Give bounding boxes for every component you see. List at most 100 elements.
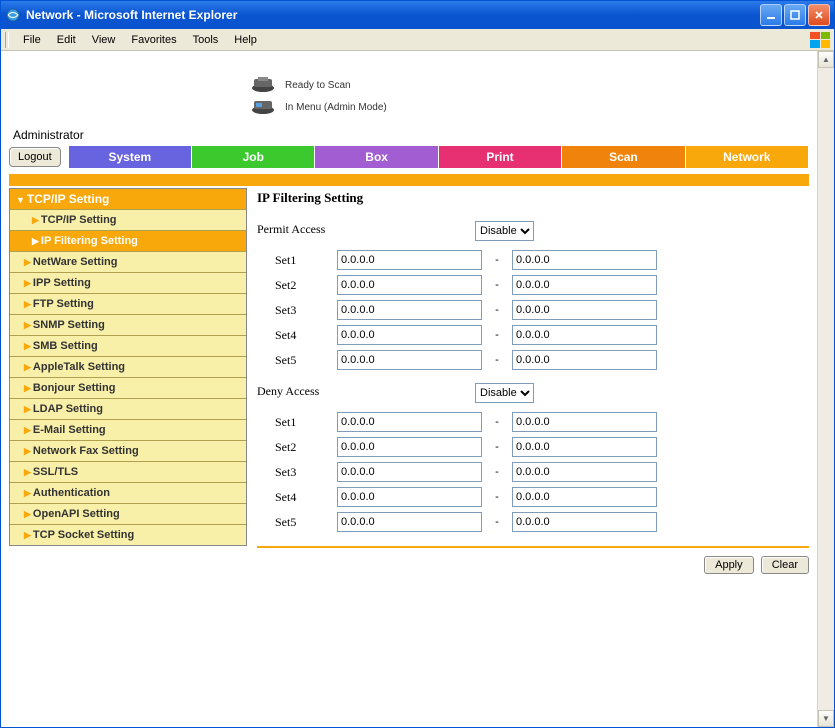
permit-set4-to[interactable] bbox=[512, 325, 657, 345]
page-content: Ready to Scan In Menu (Admin Mode) Admin… bbox=[1, 51, 834, 582]
maximize-button[interactable] bbox=[784, 4, 806, 26]
dash: - bbox=[482, 304, 512, 316]
sidebar-item-ssltls[interactable]: ▶SSL/TLS bbox=[10, 461, 246, 482]
deny-set3-from[interactable] bbox=[337, 462, 482, 482]
status-text-2: In Menu (Admin Mode) bbox=[285, 102, 387, 113]
tab-network[interactable]: Network bbox=[686, 146, 809, 168]
windows-flag-icon bbox=[810, 32, 830, 48]
permit-set2-to[interactable] bbox=[512, 275, 657, 295]
menu-help[interactable]: Help bbox=[226, 32, 265, 48]
vertical-scrollbar[interactable]: ▲ ▼ bbox=[817, 51, 834, 727]
deny-set5-to[interactable] bbox=[512, 512, 657, 532]
menubar: File Edit View Favorites Tools Help bbox=[1, 29, 834, 51]
permit-set4-from[interactable] bbox=[337, 325, 482, 345]
sidebar-item-smb[interactable]: ▶SMB Setting bbox=[10, 335, 246, 356]
deny-set1-to[interactable] bbox=[512, 412, 657, 432]
dash: - bbox=[482, 329, 512, 341]
orange-divider bbox=[9, 174, 809, 186]
main-tabs: System Job Box Print Scan Network bbox=[69, 146, 809, 168]
scroll-down-icon[interactable]: ▼ bbox=[818, 710, 834, 727]
menu-favorites[interactable]: Favorites bbox=[123, 32, 184, 48]
sidebar-item-email[interactable]: ▶E-Mail Setting bbox=[10, 419, 246, 440]
sidebar-item-bonjour[interactable]: ▶Bonjour Setting bbox=[10, 377, 246, 398]
minimize-button[interactable] bbox=[760, 4, 782, 26]
deny-set2-label: Set2 bbox=[257, 440, 337, 455]
deny-set1-label: Set1 bbox=[257, 415, 337, 430]
sidebar-item-appletalk[interactable]: ▶AppleTalk Setting bbox=[10, 356, 246, 377]
deny-set5-from[interactable] bbox=[337, 512, 482, 532]
window-title: Network - Microsoft Internet Explorer bbox=[26, 8, 760, 22]
printer-icon bbox=[249, 76, 277, 94]
dash: - bbox=[482, 416, 512, 428]
sidebar-item-ldap[interactable]: ▶LDAP Setting bbox=[10, 398, 246, 419]
dash: - bbox=[482, 354, 512, 366]
permit-set4-label: Set4 bbox=[257, 328, 337, 343]
permit-set2-label: Set2 bbox=[257, 278, 337, 293]
deny-set3-to[interactable] bbox=[512, 462, 657, 482]
clear-button[interactable]: Clear bbox=[761, 556, 809, 574]
sidebar-item-ipp[interactable]: ▶IPP Setting bbox=[10, 272, 246, 293]
sidebar-item-snmp[interactable]: ▶SNMP Setting bbox=[10, 314, 246, 335]
tab-job[interactable]: Job bbox=[192, 146, 315, 168]
tab-box[interactable]: Box bbox=[315, 146, 438, 168]
permit-set3-to[interactable] bbox=[512, 300, 657, 320]
top-toolbar: Logout System Job Box Print Scan Network bbox=[9, 146, 809, 168]
printer-menu-icon bbox=[249, 98, 277, 116]
permit-set3-from[interactable] bbox=[337, 300, 482, 320]
dash: - bbox=[482, 279, 512, 291]
tab-system[interactable]: System bbox=[69, 146, 192, 168]
orange-divider-bottom bbox=[257, 546, 809, 548]
app-window: Network - Microsoft Internet Explorer Fi… bbox=[0, 0, 835, 728]
permit-set5-to[interactable] bbox=[512, 350, 657, 370]
sidebar-item-openapi[interactable]: ▶OpenAPI Setting bbox=[10, 503, 246, 524]
permit-set3-label: Set3 bbox=[257, 303, 337, 318]
status-text-1: Ready to Scan bbox=[285, 80, 351, 91]
sidebar-item-ipfiltering[interactable]: ▶IP Filtering Setting bbox=[10, 230, 246, 251]
logout-button[interactable]: Logout bbox=[9, 147, 61, 167]
viewport: ▲ ▼ Ready to Scan In Menu (Admin Mode) bbox=[1, 51, 834, 727]
close-button[interactable] bbox=[808, 4, 830, 26]
dash: - bbox=[482, 491, 512, 503]
sidebar-item-tcpsocket[interactable]: ▶TCP Socket Setting bbox=[10, 524, 246, 545]
deny-access-select[interactable]: Disable bbox=[475, 383, 534, 403]
permit-set1-to[interactable] bbox=[512, 250, 657, 270]
deny-set3-label: Set3 bbox=[257, 465, 337, 480]
deny-set2-from[interactable] bbox=[337, 437, 482, 457]
menubar-grip bbox=[5, 32, 9, 48]
device-status: Ready to Scan In Menu (Admin Mode) bbox=[249, 74, 809, 118]
menu-edit[interactable]: Edit bbox=[49, 32, 84, 48]
admin-label: Administrator bbox=[13, 128, 809, 142]
deny-set5-label: Set5 bbox=[257, 515, 337, 530]
scroll-up-icon[interactable]: ▲ bbox=[818, 51, 834, 68]
dash: - bbox=[482, 254, 512, 266]
deny-set1-from[interactable] bbox=[337, 412, 482, 432]
deny-set2-to[interactable] bbox=[512, 437, 657, 457]
permit-access-select[interactable]: Disable bbox=[475, 221, 534, 241]
sidebar-header[interactable]: ▼TCP/IP Setting bbox=[10, 189, 246, 209]
menu-file[interactable]: File bbox=[15, 32, 49, 48]
ie-icon bbox=[5, 7, 21, 23]
sidebar-item-ftp[interactable]: ▶FTP Setting bbox=[10, 293, 246, 314]
permit-set5-label: Set5 bbox=[257, 353, 337, 368]
apply-button[interactable]: Apply bbox=[704, 556, 754, 574]
menu-tools[interactable]: Tools bbox=[185, 32, 227, 48]
dash: - bbox=[482, 466, 512, 478]
sidebar-item-authentication[interactable]: ▶Authentication bbox=[10, 482, 246, 503]
deny-set4-from[interactable] bbox=[337, 487, 482, 507]
permit-set2-from[interactable] bbox=[337, 275, 482, 295]
sidebar-item-networkfax[interactable]: ▶Network Fax Setting bbox=[10, 440, 246, 461]
main-panel: IP Filtering Setting Permit Access Disab… bbox=[257, 188, 809, 574]
tab-scan[interactable]: Scan bbox=[562, 146, 685, 168]
sidebar-item-netware[interactable]: ▶NetWare Setting bbox=[10, 251, 246, 272]
dash: - bbox=[482, 441, 512, 453]
permit-set1-from[interactable] bbox=[337, 250, 482, 270]
titlebar: Network - Microsoft Internet Explorer bbox=[1, 1, 834, 29]
menu-view[interactable]: View bbox=[84, 32, 124, 48]
deny-access-label: Deny Access bbox=[257, 384, 475, 399]
sidebar: ▼TCP/IP Setting ▶TCP/IP Setting ▶IP Filt… bbox=[9, 188, 247, 546]
deny-set4-to[interactable] bbox=[512, 487, 657, 507]
page-title: IP Filtering Setting bbox=[257, 190, 809, 206]
sidebar-item-tcpip[interactable]: ▶TCP/IP Setting bbox=[10, 209, 246, 230]
permit-set5-from[interactable] bbox=[337, 350, 482, 370]
tab-print[interactable]: Print bbox=[439, 146, 562, 168]
